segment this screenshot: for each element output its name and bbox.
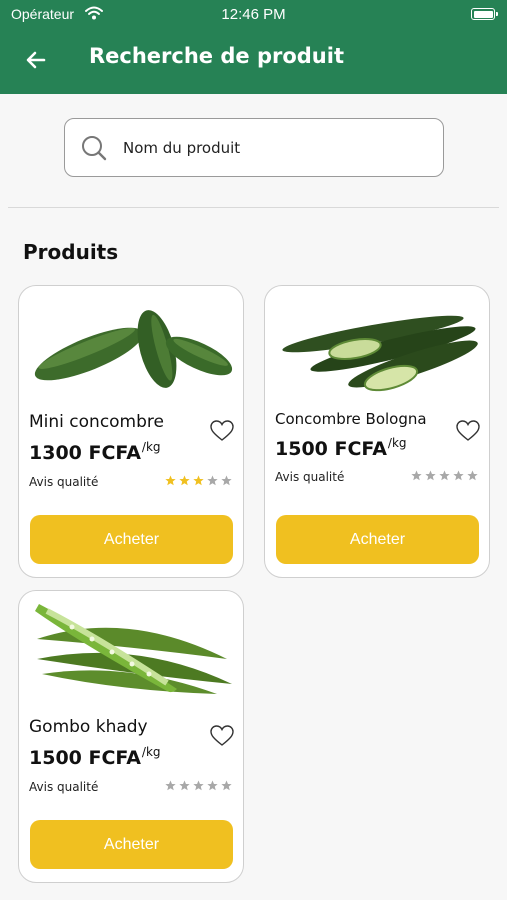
star-icon <box>179 475 190 486</box>
product-name: Gombo khady <box>29 717 148 737</box>
app-header: Opérateur 12:46 PM Recherche de produit <box>0 0 507 94</box>
arrow-left-icon <box>26 51 46 69</box>
rating-stars <box>411 470 478 481</box>
quality-label: Avis qualité <box>29 780 99 794</box>
star-icon <box>425 470 436 481</box>
star-icon <box>453 470 464 481</box>
status-bar: Opérateur 12:46 PM <box>0 0 507 30</box>
price-unit: /kg <box>141 745 161 759</box>
star-icon <box>193 780 204 791</box>
star-icon <box>439 470 450 481</box>
search-box[interactable] <box>64 118 444 177</box>
favorite-button[interactable] <box>209 419 235 443</box>
product-price: 1500 FCFA <box>29 747 141 769</box>
back-button[interactable] <box>22 46 50 74</box>
price-unit: /kg <box>387 436 407 450</box>
divider <box>8 207 499 208</box>
buy-button[interactable]: Acheter <box>276 515 479 564</box>
product-card-gombo-khady[interactable]: Gombo khady 1500 FCFA/kg Avis qualité Ac… <box>18 590 244 883</box>
favorite-button[interactable] <box>209 724 235 748</box>
product-card-concombre-bologna[interactable]: Concombre Bologna 1500 FCFA/kg Avis qual… <box>264 285 490 578</box>
star-icon <box>165 475 176 486</box>
product-name: Concombre Bologna <box>275 410 427 428</box>
buy-button[interactable]: Acheter <box>30 820 233 869</box>
search-icon <box>80 134 108 162</box>
search-input[interactable] <box>123 127 413 168</box>
product-price: 1300 FCFA <box>29 442 141 464</box>
star-icon <box>165 780 176 791</box>
star-icon <box>411 470 422 481</box>
star-icon <box>221 475 232 486</box>
product-image-concombre-bologna <box>273 294 481 394</box>
product-card-mini-concombre[interactable]: Mini concombre 1300 FCFA/kg Avis qualité… <box>18 285 244 578</box>
price-row: 1300 FCFA/kg <box>29 440 161 464</box>
status-time: 12:46 PM <box>221 6 286 23</box>
favorite-button[interactable] <box>455 419 481 443</box>
quality-label: Avis qualité <box>275 470 345 484</box>
heart-icon <box>456 420 480 441</box>
buy-button[interactable]: Acheter <box>30 515 233 564</box>
heart-icon <box>210 420 234 441</box>
price-row: 1500 FCFA/kg <box>29 745 161 769</box>
section-title: Produits <box>23 240 119 264</box>
price-unit: /kg <box>141 440 161 454</box>
product-image-gombo-khady <box>27 599 235 699</box>
rating-stars <box>165 780 232 791</box>
star-icon <box>221 780 232 791</box>
star-icon <box>207 780 218 791</box>
product-price: 1500 FCFA <box>275 438 387 460</box>
battery-icon <box>471 8 498 20</box>
star-icon <box>467 470 478 481</box>
star-icon <box>193 475 204 486</box>
rating-stars <box>165 475 232 486</box>
star-icon <box>179 780 190 791</box>
product-image-mini-concombre <box>27 294 235 394</box>
quality-label: Avis qualité <box>29 475 99 489</box>
heart-icon <box>210 725 234 746</box>
page-title: Recherche de produit <box>89 44 344 68</box>
price-row: 1500 FCFA/kg <box>275 436 407 460</box>
star-icon <box>207 475 218 486</box>
product-name: Mini concombre <box>29 412 164 432</box>
